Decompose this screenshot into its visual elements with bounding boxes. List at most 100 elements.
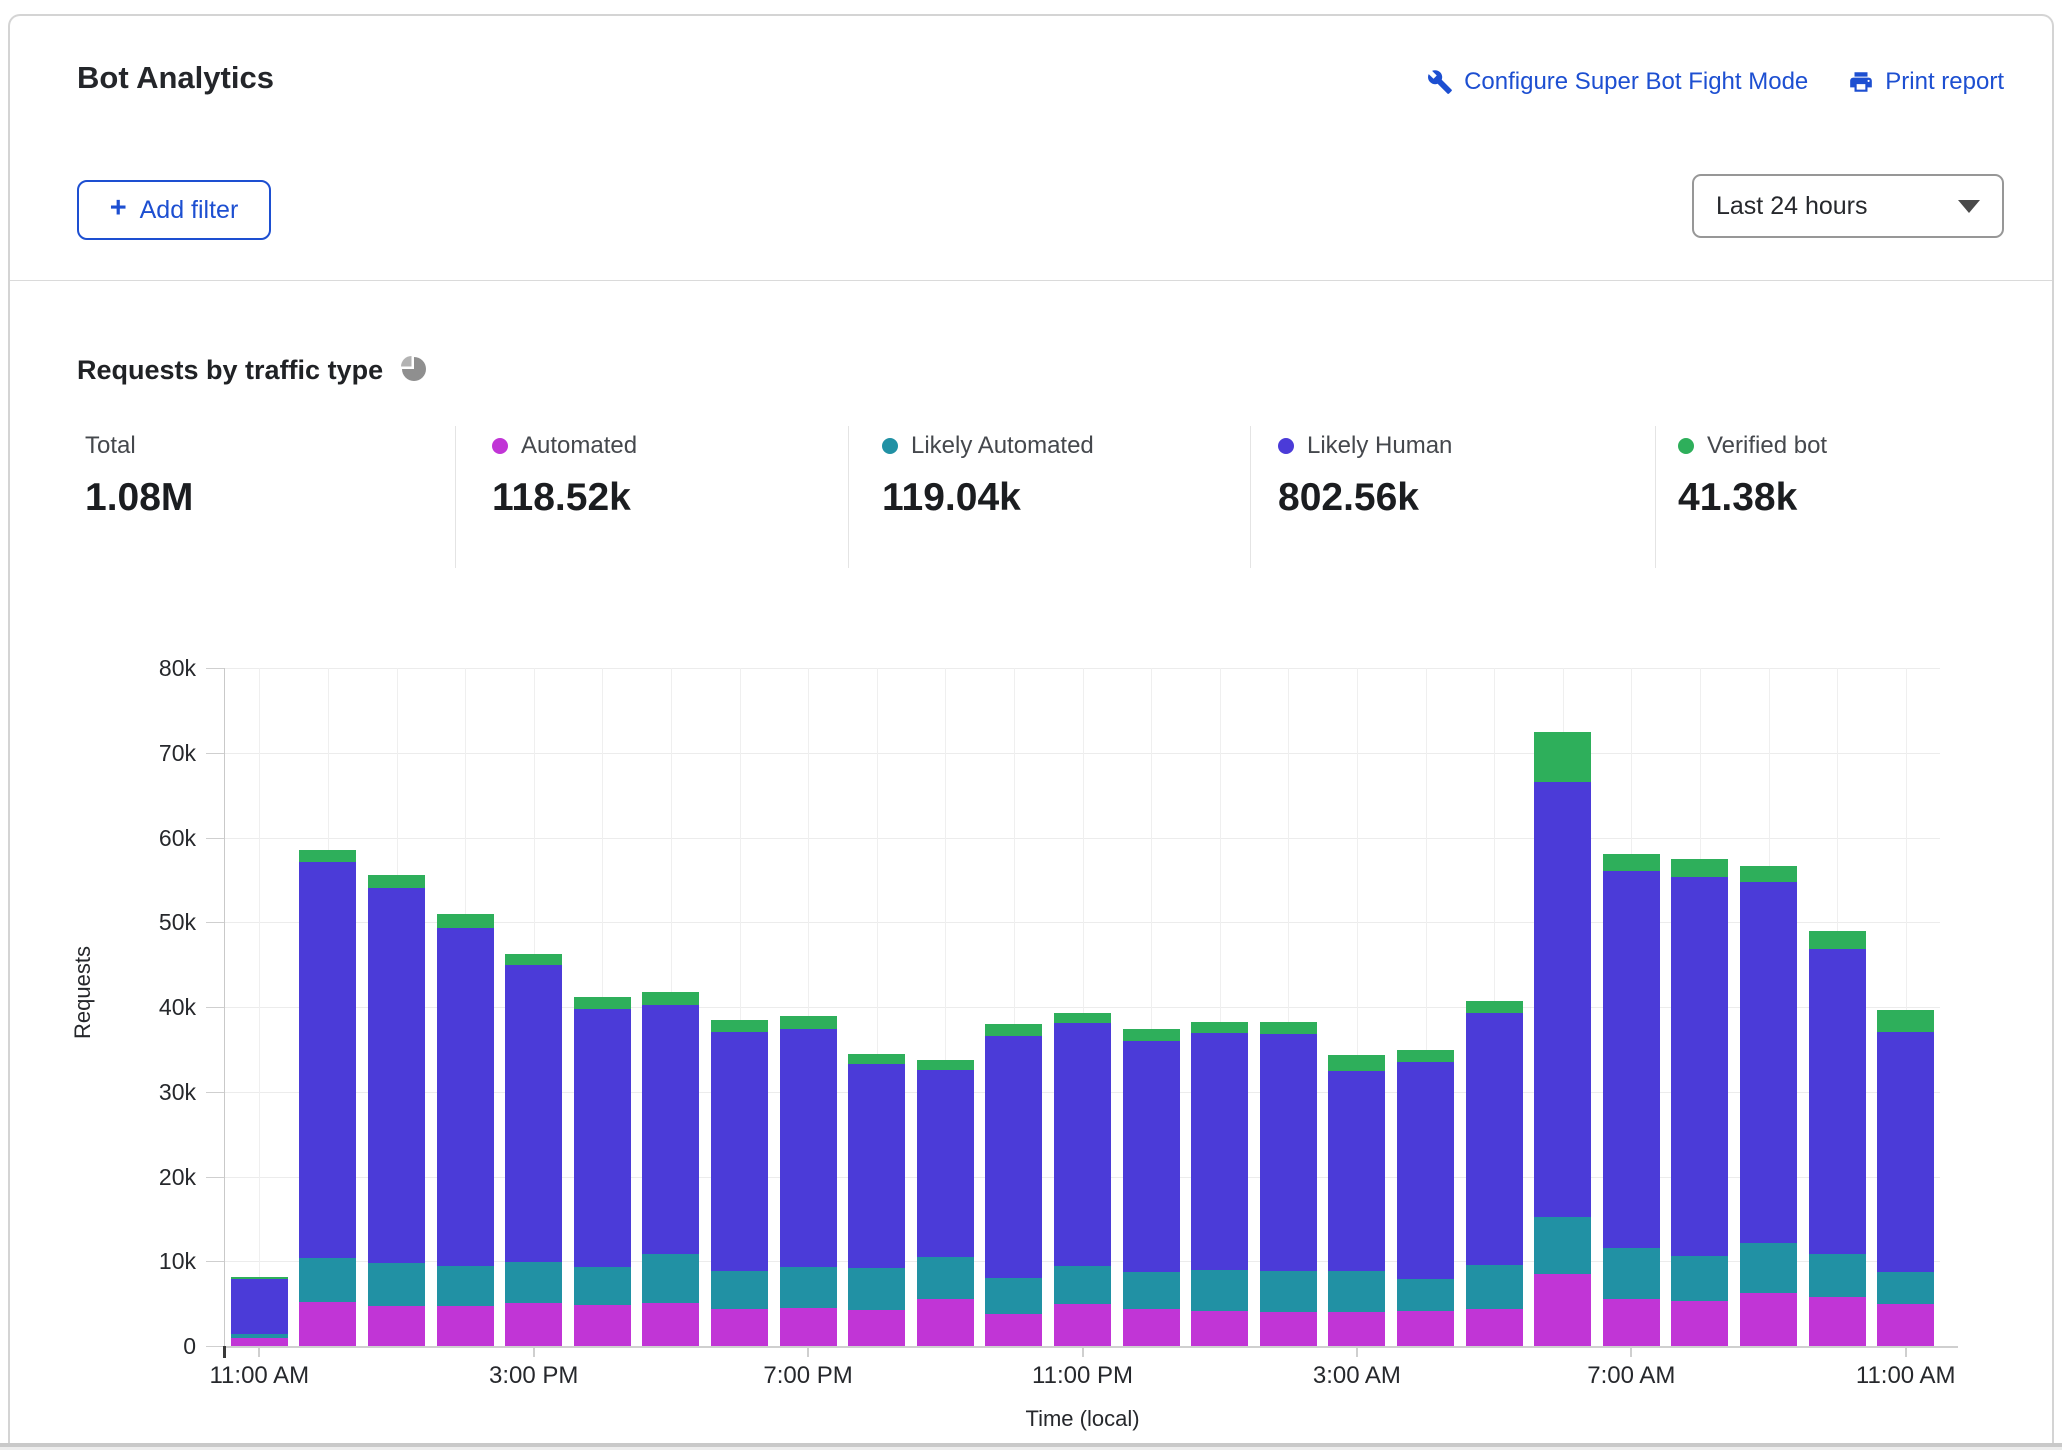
bar-segment[interactable] xyxy=(505,1303,562,1346)
stacked-bar[interactable] xyxy=(711,668,768,1346)
bar-segment[interactable] xyxy=(1603,854,1660,870)
bar-segment[interactable] xyxy=(1466,1001,1523,1013)
stacked-bar[interactable] xyxy=(505,668,562,1346)
bar-segment[interactable] xyxy=(1671,1301,1728,1346)
stacked-bar[interactable] xyxy=(1397,668,1454,1346)
bar-segment[interactable] xyxy=(505,954,562,965)
bar-segment[interactable] xyxy=(1534,782,1591,1218)
bar-segment[interactable] xyxy=(1877,1304,1934,1346)
bar-segment[interactable] xyxy=(1397,1050,1454,1062)
bar-segment[interactable] xyxy=(368,1263,425,1306)
stacked-bar[interactable] xyxy=(299,668,356,1346)
bar-segment[interactable] xyxy=(1877,1272,1934,1304)
stacked-bar[interactable] xyxy=(1054,668,1111,1346)
bar-segment[interactable] xyxy=(1740,1293,1797,1346)
bar-segment[interactable] xyxy=(848,1310,905,1346)
bar-segment[interactable] xyxy=(1809,949,1866,1255)
bar-segment[interactable] xyxy=(1260,1034,1317,1271)
bar-segment[interactable] xyxy=(642,992,699,1006)
bar-segment[interactable] xyxy=(437,914,494,928)
configure-super-bot-fight-mode-link[interactable]: Configure Super Bot Fight Mode xyxy=(1427,68,1808,96)
stacked-bar[interactable] xyxy=(1123,668,1180,1346)
bar-segment[interactable] xyxy=(780,1029,837,1267)
add-filter-button[interactable]: + Add filter xyxy=(77,180,271,240)
bar-segment[interactable] xyxy=(985,1036,1042,1278)
stacked-bar[interactable] xyxy=(1328,668,1385,1346)
stacked-bar[interactable] xyxy=(917,668,974,1346)
bar-segment[interactable] xyxy=(917,1257,974,1299)
stacked-bar[interactable] xyxy=(642,668,699,1346)
bar-segment[interactable] xyxy=(848,1064,905,1268)
bar-segment[interactable] xyxy=(1260,1271,1317,1312)
bar-segment[interactable] xyxy=(1191,1311,1248,1346)
bar-segment[interactable] xyxy=(1740,866,1797,882)
bar-segment[interactable] xyxy=(1466,1013,1523,1265)
stacked-bar[interactable] xyxy=(368,668,425,1346)
bar-segment[interactable] xyxy=(985,1314,1042,1346)
bar-segment[interactable] xyxy=(1877,1032,1934,1273)
bar-segment[interactable] xyxy=(1191,1033,1248,1269)
bar-segment[interactable] xyxy=(1671,859,1728,877)
bar-segment[interactable] xyxy=(437,1306,494,1346)
bar-segment[interactable] xyxy=(368,875,425,889)
bar-segment[interactable] xyxy=(1877,1010,1934,1031)
bar-segment[interactable] xyxy=(1054,1304,1111,1346)
bar-segment[interactable] xyxy=(574,1009,631,1267)
stacked-bar[interactable] xyxy=(574,668,631,1346)
bar-segment[interactable] xyxy=(1328,1271,1385,1312)
bar-segment[interactable] xyxy=(1671,877,1728,1257)
bar-segment[interactable] xyxy=(1809,1254,1866,1296)
bar-segment[interactable] xyxy=(574,997,631,1009)
bar-segment[interactable] xyxy=(642,1005,699,1254)
stacked-bar[interactable] xyxy=(231,668,288,1346)
bar-segment[interactable] xyxy=(1740,1243,1797,1293)
bar-segment[interactable] xyxy=(711,1032,768,1270)
bar-segment[interactable] xyxy=(368,1306,425,1346)
bar-segment[interactable] xyxy=(1260,1022,1317,1034)
bar-segment[interactable] xyxy=(1397,1311,1454,1346)
stacked-bar[interactable] xyxy=(1671,668,1728,1346)
bar-segment[interactable] xyxy=(505,965,562,1262)
bar-segment[interactable] xyxy=(299,850,356,862)
bar-segment[interactable] xyxy=(985,1024,1042,1036)
bar-segment[interactable] xyxy=(711,1271,768,1309)
bar-segment[interactable] xyxy=(1466,1309,1523,1346)
bar-segment[interactable] xyxy=(1397,1062,1454,1279)
print-report-link[interactable]: Print report xyxy=(1848,68,2004,96)
bar-segment[interactable] xyxy=(711,1309,768,1346)
stacked-bar[interactable] xyxy=(1260,668,1317,1346)
stacked-bar[interactable] xyxy=(437,668,494,1346)
bar-segment[interactable] xyxy=(917,1299,974,1346)
stacked-bar[interactable] xyxy=(985,668,1042,1346)
bar-segment[interactable] xyxy=(917,1060,974,1070)
bar-segment[interactable] xyxy=(1054,1013,1111,1023)
bar-segment[interactable] xyxy=(231,1338,288,1346)
bar-segment[interactable] xyxy=(1123,1309,1180,1346)
stacked-bar[interactable] xyxy=(1466,668,1523,1346)
bar-segment[interactable] xyxy=(299,862,356,1258)
stacked-bar[interactable] xyxy=(1534,668,1591,1346)
bar-segment[interactable] xyxy=(299,1258,356,1302)
bar-segment[interactable] xyxy=(1123,1041,1180,1272)
bar-segment[interactable] xyxy=(642,1303,699,1346)
bar-segment[interactable] xyxy=(780,1308,837,1346)
stacked-bar[interactable] xyxy=(1740,668,1797,1346)
bar-segment[interactable] xyxy=(1534,1217,1591,1274)
stacked-bar[interactable] xyxy=(1809,668,1866,1346)
bar-segment[interactable] xyxy=(1260,1312,1317,1346)
bar-segment[interactable] xyxy=(642,1254,699,1302)
bar-segment[interactable] xyxy=(1671,1256,1728,1301)
bar-segment[interactable] xyxy=(1054,1023,1111,1266)
bar-segment[interactable] xyxy=(1054,1266,1111,1304)
bar-segment[interactable] xyxy=(368,888,425,1263)
time-range-select[interactable]: Last 24 hours xyxy=(1692,174,2004,238)
bar-segment[interactable] xyxy=(1534,1274,1591,1346)
bar-segment[interactable] xyxy=(711,1020,768,1033)
bar-segment[interactable] xyxy=(1809,931,1866,949)
stacked-bar[interactable] xyxy=(1191,668,1248,1346)
bar-segment[interactable] xyxy=(917,1070,974,1257)
bar-segment[interactable] xyxy=(780,1016,837,1029)
bar-segment[interactable] xyxy=(780,1267,837,1308)
bar-segment[interactable] xyxy=(574,1267,631,1305)
bar-segment[interactable] xyxy=(1123,1029,1180,1041)
